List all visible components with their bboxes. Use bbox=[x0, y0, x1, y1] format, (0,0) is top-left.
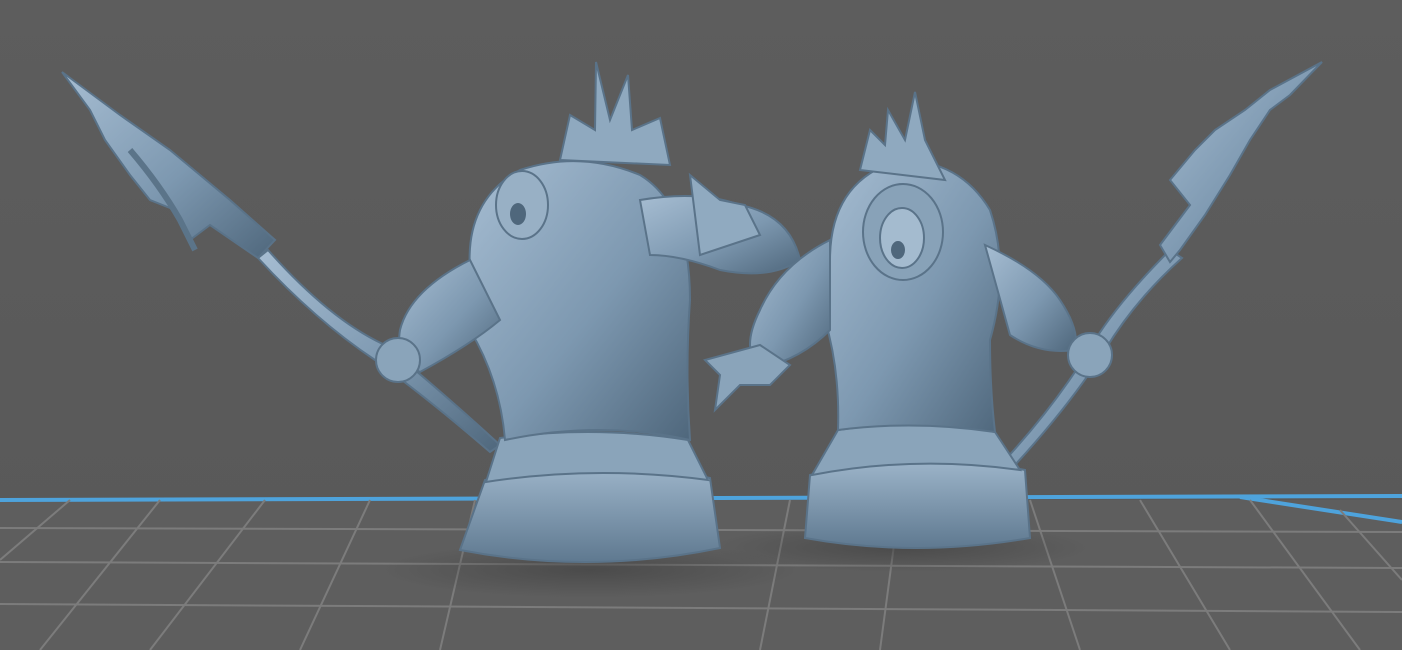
left-spikes bbox=[558, 61, 672, 167]
right-base bbox=[803, 459, 1032, 549]
right-head bbox=[879, 207, 925, 269]
right-spikes bbox=[858, 91, 947, 182]
right-spear-blade bbox=[1158, 61, 1323, 264]
left-spear-blade bbox=[61, 71, 277, 260]
left-hand-left bbox=[375, 337, 421, 383]
scene-canvas[interactable] bbox=[0, 0, 1402, 650]
3d-viewport[interactable] bbox=[0, 0, 1402, 650]
right-model[interactable] bbox=[703, 61, 1323, 549]
right-hand-right bbox=[1067, 332, 1113, 378]
left-model[interactable] bbox=[61, 61, 802, 564]
